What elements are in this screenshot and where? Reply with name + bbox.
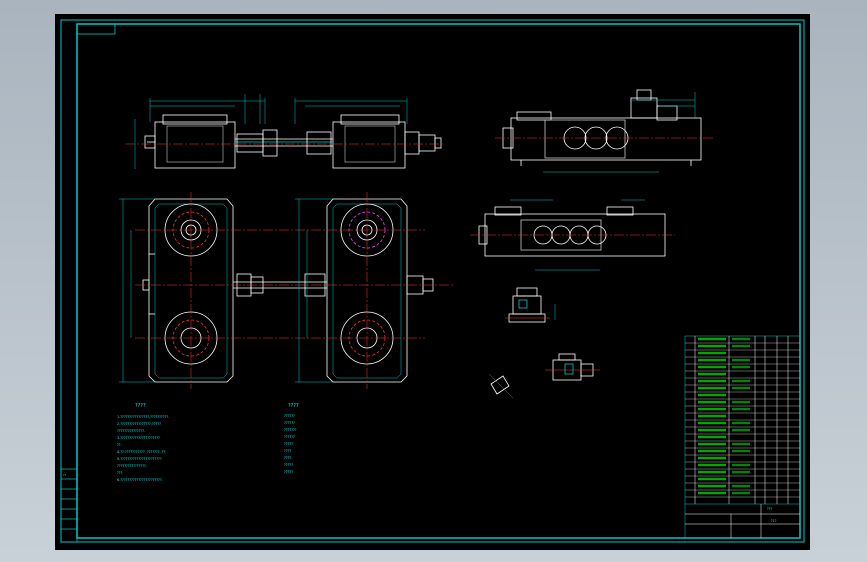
code-box xyxy=(76,23,116,35)
notes-block: ???? 1.????????????????,??????????. 2.??… xyxy=(117,403,169,482)
top-view xyxy=(125,114,445,169)
parts-row-text-mark xyxy=(698,449,726,453)
parts-row-text-mark xyxy=(732,428,750,432)
parts-row-text-mark xyxy=(698,351,726,355)
parts-row-text-mark xyxy=(698,337,726,341)
spec-line: ?????? xyxy=(284,414,295,418)
parts-row-text-mark xyxy=(698,463,726,467)
spec-line: ???? xyxy=(284,456,291,460)
note-line: ????????????????. xyxy=(117,464,147,468)
parts-row-text-mark xyxy=(732,407,750,411)
note-line: 5.??????????????????????? xyxy=(117,457,162,461)
detail-a xyxy=(505,287,556,323)
parts-row-text-mark xyxy=(698,386,726,390)
note-line: ??. xyxy=(117,443,122,447)
parts-row-text-mark xyxy=(698,435,726,439)
parts-row-text-mark xyxy=(698,344,726,348)
spec-line: ??????? xyxy=(284,428,297,432)
parts-row-text-mark xyxy=(698,421,726,425)
note-line: 4.??:???????????, ???????, ?? xyxy=(117,450,165,454)
title-block-sheet-code: ?1? xyxy=(771,519,777,523)
parts-row-text-mark xyxy=(732,442,750,446)
spec-line: ???? xyxy=(284,449,291,453)
outer-frame xyxy=(60,19,805,543)
top-view-dims xyxy=(134,94,408,169)
parts-row-text-mark xyxy=(732,421,750,425)
parts-row-text-mark xyxy=(732,344,750,348)
parts-row-text-mark xyxy=(698,456,726,460)
note-line: 1.????????????????,??????????. xyxy=(117,415,169,419)
parts-row-text-mark xyxy=(698,372,726,376)
spec-line: ????? xyxy=(284,442,293,446)
parts-row-text-mark xyxy=(732,365,750,369)
section-view xyxy=(488,373,514,399)
parts-row-text-mark xyxy=(698,379,726,383)
left-strip-table xyxy=(60,468,78,543)
parts-row-text-mark xyxy=(732,491,750,495)
parts-row-text-mark xyxy=(698,400,726,404)
parts-row-text-mark xyxy=(698,393,726,397)
parts-row-text-mark xyxy=(732,463,750,467)
spec-line: ?????? xyxy=(284,435,295,439)
parts-row-text-mark xyxy=(698,428,726,432)
parts-row-text-mark xyxy=(732,337,750,341)
parts-row-text-mark xyxy=(698,477,726,481)
parts-row-text-mark xyxy=(732,358,750,362)
parts-row-text-mark xyxy=(732,484,750,488)
parts-row-text-mark xyxy=(732,379,750,383)
front-view-dims xyxy=(119,198,333,383)
cad-viewport[interactable]: ???? 1.????????????????,??????????. 2.??… xyxy=(0,0,867,562)
note-line: 3.?????????????????????? xyxy=(117,436,160,440)
side-view-mid xyxy=(470,206,675,257)
parts-list-text xyxy=(698,337,750,495)
parts-row-text-mark xyxy=(698,470,726,474)
spec-line: ????? xyxy=(284,470,293,474)
side-view-top xyxy=(495,89,715,166)
parts-row-text-mark xyxy=(698,365,726,369)
front-view xyxy=(142,198,434,383)
note-line: ???. xyxy=(117,471,123,475)
spec-line: ?????? xyxy=(284,421,295,425)
parts-row-text-mark xyxy=(698,414,726,418)
note-line: 2.?????????????????,????? xyxy=(117,422,161,426)
note-line: ???????????????. xyxy=(117,429,145,433)
parts-row-text-mark xyxy=(698,442,726,446)
note-line: 6.???????????????????????. xyxy=(117,478,163,482)
title-block-title: ??? xyxy=(767,507,772,511)
parts-row-text-mark xyxy=(698,407,726,411)
spec-heading: ???? xyxy=(288,403,299,409)
parts-row-text-mark xyxy=(732,400,750,404)
spec-line: ????? xyxy=(284,463,293,467)
parts-row-text-mark xyxy=(698,491,726,495)
parts-row-text-mark xyxy=(732,449,750,453)
notes-heading: ???? xyxy=(135,403,146,409)
parts-row-text-mark xyxy=(732,470,750,474)
detail-b xyxy=(545,353,600,381)
parts-row-text-mark xyxy=(698,484,726,488)
parts-row-text-mark xyxy=(698,358,726,362)
spec-block: ???? ?????? ?????? ??????? ?????? ????? … xyxy=(284,403,299,474)
drawing-sheet[interactable]: ???? 1.????????????????,??????????. 2.??… xyxy=(55,14,810,550)
drawing-canvas: ???? 1.????????????????,??????????. 2.??… xyxy=(60,19,805,543)
parts-row-text-mark xyxy=(732,386,750,390)
left-strip-label: ?? xyxy=(63,473,67,477)
